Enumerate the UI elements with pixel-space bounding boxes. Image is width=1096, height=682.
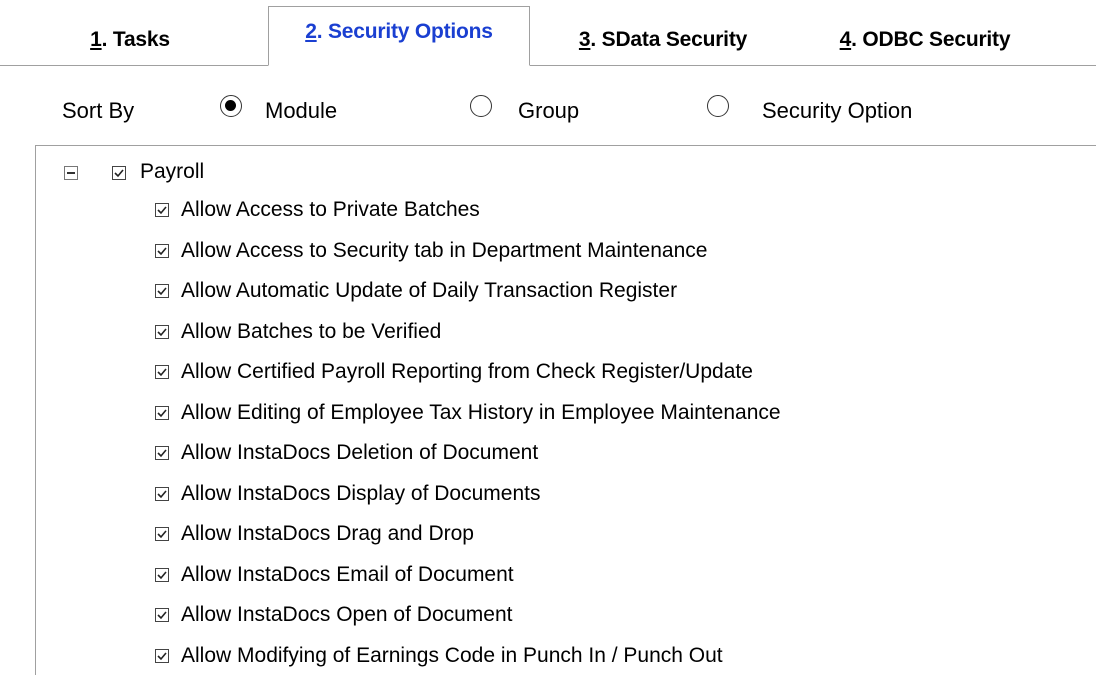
item-label[interactable]: Allow InstaDocs Open of Document <box>181 603 513 627</box>
tree-item[interactable]: Allow InstaDocs Deletion of Document <box>36 439 1036 479</box>
tab-odbc-security-label: . ODBC Security <box>851 27 1011 51</box>
sort-by-row: Sort By Module Group Security Option <box>0 90 1096 134</box>
tree-item[interactable]: Allow Certified Payroll Reporting from C… <box>36 358 1036 398</box>
item-label[interactable]: Allow Access to Security tab in Departme… <box>181 239 707 263</box>
tab-security-options-label: . Security Options <box>316 20 493 43</box>
item-label[interactable]: Allow Modifying of Earnings Code in Punc… <box>181 644 723 668</box>
item-label[interactable]: Allow Access to Private Batches <box>181 198 480 222</box>
tab-odbc-security[interactable]: 4. ODBC Security <box>805 14 1045 65</box>
collapse-toggle-icon[interactable] <box>64 166 78 180</box>
item-checkbox[interactable] <box>155 324 169 339</box>
sort-security-option-label[interactable]: Security Option <box>762 98 912 124</box>
item-checkbox[interactable] <box>155 527 169 541</box>
item-checkbox[interactable] <box>155 203 169 217</box>
item-checkbox[interactable] <box>155 567 169 582</box>
sort-group-radio[interactable] <box>470 95 492 117</box>
tab-baseline <box>0 65 1096 66</box>
item-label[interactable]: Allow Batches to be Verified <box>181 320 441 344</box>
item-checkbox[interactable] <box>155 284 169 298</box>
item-checkbox[interactable] <box>155 243 169 258</box>
tab-odbc-security-accelerator: 4 <box>839 27 852 51</box>
item-label[interactable]: Allow InstaDocs Drag and Drop <box>181 522 474 546</box>
tab-tasks-accelerator: 1 <box>90 27 102 51</box>
item-label[interactable]: Allow Editing of Employee Tax History in… <box>181 401 781 425</box>
item-checkbox[interactable] <box>155 405 169 420</box>
sort-module-radio[interactable] <box>220 95 242 117</box>
tree-item[interactable]: Allow InstaDocs Email of Document <box>36 561 1036 601</box>
item-label[interactable]: Allow Certified Payroll Reporting from C… <box>181 360 753 384</box>
tree-item[interactable]: Allow Automatic Update of Daily Transact… <box>36 277 1036 317</box>
sort-security-option-radio[interactable] <box>707 95 729 117</box>
item-checkbox[interactable] <box>155 648 169 663</box>
item-label[interactable]: Allow InstaDocs Deletion of Document <box>181 441 538 465</box>
tab-bar: 1. Tasks 2. Security Options 3. SData Se… <box>0 0 1096 66</box>
tab-sdata-security-label: . SData Security <box>590 27 748 51</box>
item-checkbox[interactable] <box>155 608 169 622</box>
item-label[interactable]: Allow InstaDocs Email of Document <box>181 563 514 587</box>
tab-tasks-label: . Tasks <box>101 27 170 51</box>
payroll-node-label[interactable]: Payroll <box>140 160 204 184</box>
payroll-checkbox[interactable] <box>112 166 126 180</box>
tab-tasks[interactable]: 1. Tasks <box>60 14 200 65</box>
sort-module-label[interactable]: Module <box>265 98 337 124</box>
tree-item[interactable]: Allow Modifying of Earnings Code in Punc… <box>36 642 1036 682</box>
tree-item[interactable]: Allow InstaDocs Open of Document <box>36 601 1036 641</box>
item-checkbox[interactable] <box>155 446 169 460</box>
tab-security-options[interactable]: 2. Security Options <box>268 6 530 66</box>
item-checkbox[interactable] <box>155 486 169 501</box>
item-label[interactable]: Allow Automatic Update of Daily Transact… <box>181 279 677 303</box>
security-options-tree[interactable]: Payroll Allow Access to Private Batches A… <box>35 145 1096 675</box>
sort-group-label[interactable]: Group <box>518 98 579 124</box>
tab-security-options-accelerator: 2 <box>305 20 317 43</box>
tree-item[interactable]: Allow Editing of Employee Tax History in… <box>36 399 1036 439</box>
item-label[interactable]: Allow InstaDocs Display of Documents <box>181 482 540 506</box>
tree-item[interactable]: Allow InstaDocs Drag and Drop <box>36 520 1036 560</box>
tree-item[interactable]: Allow Access to Security tab in Departme… <box>36 237 1036 277</box>
sort-by-label: Sort By <box>62 98 135 123</box>
tree-item[interactable]: Allow Batches to be Verified <box>36 318 1036 358</box>
item-checkbox[interactable] <box>155 365 169 379</box>
tab-sdata-security-accelerator: 3 <box>578 27 591 51</box>
tree-item[interactable]: Allow Access to Private Batches <box>36 196 1036 236</box>
tree-item[interactable]: Allow InstaDocs Display of Documents <box>36 480 1036 520</box>
tab-sdata-security[interactable]: 3. SData Security <box>543 14 783 65</box>
